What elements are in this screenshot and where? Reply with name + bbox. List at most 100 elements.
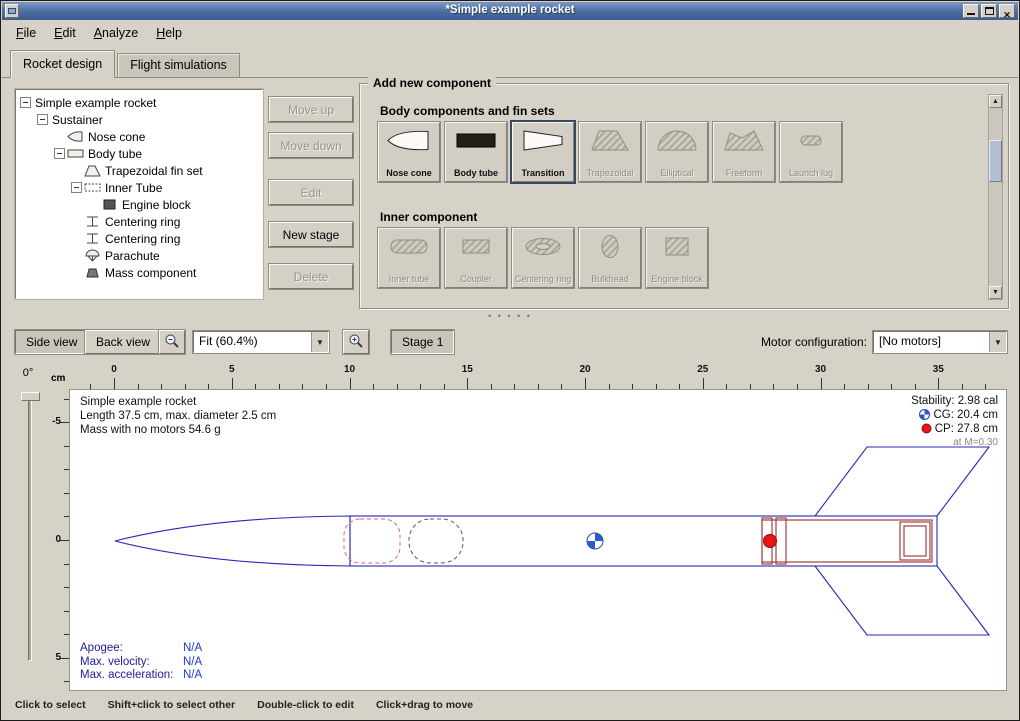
trapezoidal-icon — [587, 127, 633, 154]
scroll-down-icon[interactable]: ▼ — [989, 286, 1002, 299]
nose-cone-outline[interactable] — [115, 516, 350, 566]
flight-stat-label: Max. velocity: — [80, 656, 183, 670]
ruler-label: 10 — [344, 364, 355, 375]
centering-ring-outline[interactable] — [776, 518, 786, 564]
inner-tube-icon — [386, 233, 432, 260]
scroll-up-icon[interactable]: ▲ — [989, 95, 1002, 108]
scrollbar-thumb[interactable] — [989, 140, 1002, 182]
fin-upper-outline[interactable] — [815, 447, 989, 516]
component-button-label: Inner tube — [380, 274, 438, 284]
component-button-label: Nose cone — [380, 168, 438, 178]
rotation-slider[interactable] — [28, 395, 32, 661]
ruler-label: 35 — [933, 364, 944, 375]
component-panel-scrollbar[interactable]: ▲ ▼ — [988, 94, 1003, 300]
tree-item-body-tube[interactable]: Body tube — [16, 145, 262, 162]
chevron-down-icon[interactable]: ▼ — [311, 332, 328, 352]
flight-stat-value: N/A — [183, 656, 202, 668]
flight-stat-value: N/A — [183, 642, 202, 654]
zoom-in-button[interactable] — [343, 330, 369, 354]
nose-cone-icon — [386, 127, 432, 154]
tree-item-centering-ring[interactable]: Centering ring — [16, 230, 262, 247]
tree-item-parachute[interactable]: Parachute — [16, 247, 262, 264]
status-tip: Shift+click to select other — [108, 699, 236, 711]
close-icon: ✕ — [1003, 10, 1011, 20]
zoom-value: Fit (60.4%) — [194, 332, 311, 352]
horizontal-ruler: 05101520253035 — [69, 363, 1009, 389]
engine-block-icon — [101, 198, 120, 211]
ruler-tick — [114, 378, 115, 389]
body-components-title: Body components and fin sets — [380, 104, 555, 118]
tree-collapse-icon[interactable] — [54, 148, 67, 159]
tree-indent — [71, 165, 84, 176]
window-title: *Simple example rocket — [2, 4, 1018, 16]
rotation-slider-thumb[interactable] — [21, 392, 40, 401]
rocket-mass: Mass with no motors 54.6 g — [80, 423, 276, 437]
maximize-button[interactable] — [981, 4, 997, 18]
add-component-title: Add new component — [368, 76, 496, 90]
fin-lower-outline[interactable] — [815, 566, 989, 635]
rotation-angle-label: 0° — [11, 367, 45, 379]
side-view-button[interactable]: Side view — [15, 330, 88, 354]
ruler-label: 15 — [462, 364, 473, 375]
ruler-tick — [350, 378, 351, 389]
ruler-label: 5 — [229, 364, 235, 375]
new-stage-button[interactable]: New stage — [269, 222, 353, 247]
tree-item-engine-block[interactable]: Engine block — [16, 196, 262, 213]
minimize-button[interactable] — [963, 4, 979, 18]
tree-indent — [71, 250, 84, 261]
close-button[interactable]: ✕ — [999, 4, 1015, 18]
tree-item-centering-ring[interactable]: Centering ring — [16, 213, 262, 230]
tree-collapse-icon[interactable] — [37, 114, 50, 125]
menu-edit[interactable]: Edit — [46, 23, 84, 43]
ruler-label: 25 — [697, 364, 708, 375]
add-component-panel: Add new component Body components and fi… — [359, 83, 1009, 309]
tree-item-simple-example-rocket[interactable]: Simple example rocket — [16, 94, 262, 111]
back-view-button[interactable]: Back view — [85, 330, 161, 354]
component-button-label: Elliptical — [648, 168, 706, 178]
zoom-out-button[interactable] — [159, 330, 185, 354]
motor-configuration-select[interactable]: [No motors] ▼ — [873, 331, 1007, 353]
mass-component-outline[interactable] — [409, 519, 463, 563]
splitter-dots-icon: • • • • • — [488, 311, 532, 321]
tab-rocket-design[interactable]: Rocket design — [10, 50, 115, 78]
maximize-icon — [985, 7, 994, 15]
add-transition-button[interactable]: Transition — [512, 122, 574, 182]
add-body-tube-button[interactable]: Body tube — [445, 122, 507, 182]
tree-item-nose-cone[interactable]: Nose cone — [16, 128, 262, 145]
splitter-handle[interactable]: • • • • • — [1, 309, 1019, 323]
elliptical-icon — [654, 127, 700, 154]
component-tree[interactable]: Simple example rocketSustainer Nose coneB… — [15, 89, 263, 299]
stability-info: Stability: 2.98 cal CG: 20.4 cm CP: 27.8… — [911, 394, 998, 450]
chevron-down-icon[interactable]: ▼ — [989, 332, 1006, 352]
title-bar[interactable]: *Simple example rocket ✕ — [2, 2, 1018, 20]
tree-item-inner-tube[interactable]: Inner Tube — [16, 179, 262, 196]
component-button-label: Engine block — [648, 274, 706, 284]
tree-item-label: Simple example rocket — [33, 96, 156, 110]
tree-action-buttons: Move upMove downEditNew stageDelete — [269, 97, 353, 289]
add-nose-cone-button[interactable]: Nose cone — [378, 122, 440, 182]
menu-help[interactable]: Help — [148, 23, 190, 43]
body-tube-outline[interactable] — [350, 516, 937, 566]
tree-collapse-icon[interactable] — [71, 182, 84, 193]
flight-stat-value: N/A — [183, 669, 202, 681]
zoom-select[interactable]: Fit (60.4%) ▼ — [193, 331, 329, 353]
tree-item-label: Inner Tube — [103, 181, 162, 195]
stage-1-toggle[interactable]: Stage 1 — [391, 330, 454, 354]
mass-icon — [84, 266, 103, 279]
tree-collapse-icon[interactable] — [20, 97, 33, 108]
menu-file[interactable]: File — [8, 23, 44, 43]
rocket-view: 0° cm 05101520253035 -505 — [7, 361, 1015, 695]
parachute-outline[interactable] — [344, 519, 400, 563]
menu-analyze[interactable]: Analyze — [86, 23, 146, 43]
tree-item-mass-component[interactable]: Mass component — [16, 264, 262, 281]
tab-flight-simulations[interactable]: Flight simulations — [117, 53, 240, 77]
tree-item-trapezoidal-fin-set[interactable]: Trapezoidal fin set — [16, 162, 262, 179]
ruler-tick — [585, 378, 586, 389]
parachute-icon — [84, 249, 103, 262]
tree-item-sustainer[interactable]: Sustainer — [16, 111, 262, 128]
component-button-label: Bulkhead — [581, 274, 639, 284]
tree-item-label: Nose cone — [86, 130, 145, 144]
component-button-label: Coupler — [447, 274, 505, 284]
design-canvas[interactable]: Simple example rocket Length 37.5 cm, ma… — [69, 389, 1007, 691]
stability-value: Stability: 2.98 cal — [911, 394, 998, 408]
